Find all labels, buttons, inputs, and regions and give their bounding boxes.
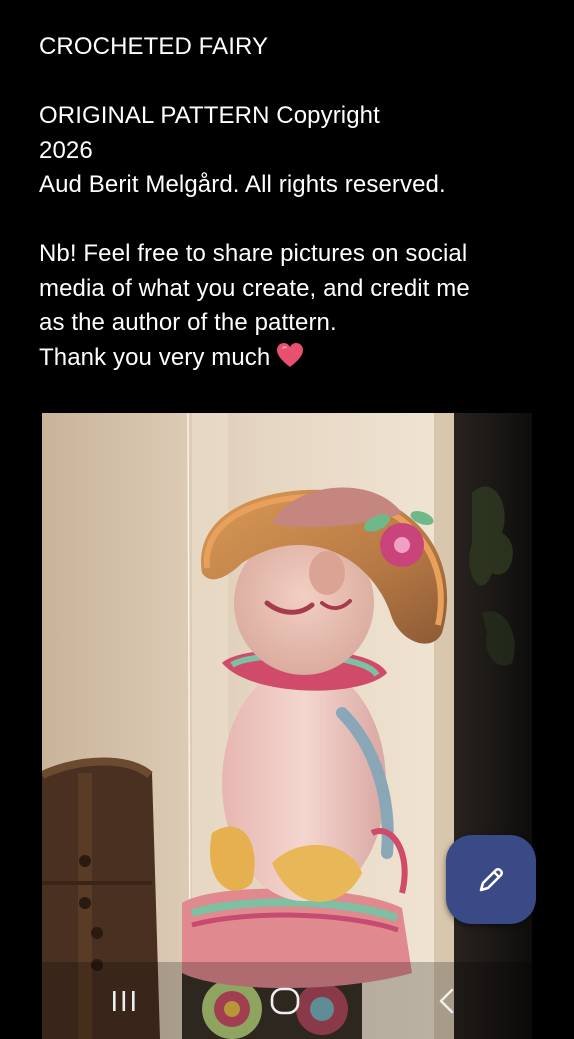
post-text: CROCHETED FAIRY ORIGINAL PATTERN Copyrig… [39, 30, 539, 378]
system-navigation-bar [0, 962, 574, 1039]
copyright-line-3: Aud Berit Melgård. All rights reserved. [39, 171, 446, 198]
copyright-line-2: 2026 [39, 136, 93, 164]
note-line-4-wrap: Thank you very much [39, 341, 539, 379]
note-line-1: Nb! Feel free to share pictures on socia… [39, 240, 468, 267]
fairy-photo[interactable] [42, 413, 532, 1039]
back-button[interactable] [387, 962, 507, 1039]
home-icon [270, 987, 300, 1014]
pencil-icon [479, 867, 504, 891]
recents-button[interactable] [64, 962, 184, 1039]
heart-icon [276, 342, 304, 379]
edit-button[interactable] [446, 835, 536, 924]
copyright-line-1: ORIGINAL PATTERN Copyright [39, 102, 380, 129]
crocheted-fairy-image [42, 413, 532, 1039]
post-title: CROCHETED FAIRY [39, 33, 269, 60]
home-button[interactable] [225, 962, 345, 1039]
note-line-3: as the author of the pattern. [39, 309, 337, 336]
recents-icon [113, 990, 135, 1011]
back-icon [439, 988, 454, 1013]
note-line-2: media of what you create, and credit me [39, 274, 470, 302]
note-line-4: Thank you very much [39, 343, 271, 371]
